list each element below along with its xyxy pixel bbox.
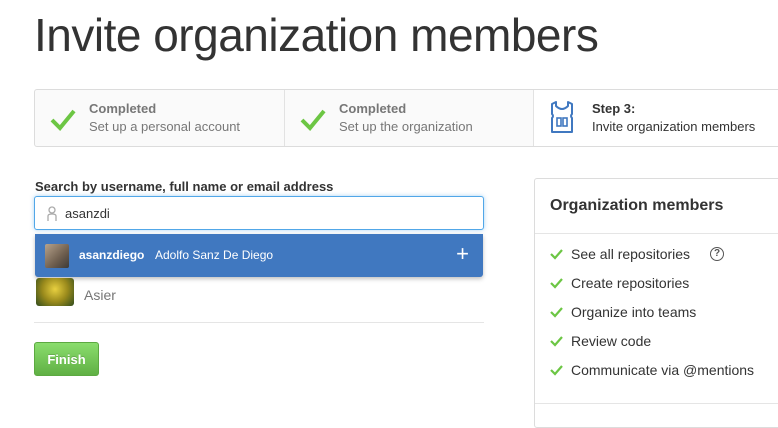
- help-icon[interactable]: ?: [710, 247, 724, 261]
- panel-title: Organization members: [535, 179, 778, 234]
- step-invite-members: Step 3: Invite organization members: [534, 90, 778, 146]
- step-description: Invite organization members: [592, 119, 756, 134]
- step-status: Completed: [89, 101, 157, 116]
- permission-label: Organize into teams: [571, 304, 697, 320]
- step-organization: Completed Set up the organization: [285, 90, 534, 146]
- search-label: Search by username, full name or email a…: [35, 179, 334, 194]
- member-list-item: Asier: [34, 278, 484, 323]
- page-title: Invite organization members: [34, 9, 599, 61]
- check-icon: [550, 307, 563, 318]
- permission-label: Communicate via @mentions: [571, 362, 755, 378]
- person-icon: [47, 206, 57, 221]
- check-icon: [550, 278, 563, 289]
- check-icon: [550, 249, 563, 260]
- step-status: Step 3:: [592, 101, 636, 116]
- permissions-list: See all repositories ? Create repositori…: [535, 234, 778, 389]
- step-personal-account: Completed Set up a personal account: [35, 90, 285, 146]
- check-icon: [550, 336, 563, 347]
- avatar: [45, 244, 69, 268]
- panel-divider: [535, 403, 778, 404]
- step-description: Set up a personal account: [89, 119, 241, 134]
- finish-button[interactable]: Finish: [34, 342, 99, 376]
- suggestion-full-name: Adolfo Sanz De Diego: [155, 248, 274, 262]
- plus-icon[interactable]: +: [456, 243, 469, 265]
- permission-label: Review code: [571, 333, 652, 349]
- suggestion-username: asanzdiego: [79, 248, 145, 262]
- autocomplete-suggestion[interactable]: asanzdiego Adolfo Sanz De Diego +: [35, 234, 483, 277]
- list-item: Communicate via @mentions: [550, 360, 778, 389]
- avatar: [36, 278, 74, 306]
- step-status: Completed: [339, 101, 407, 116]
- member-search-field[interactable]: [34, 196, 484, 230]
- organization-members-panel: Organization members See all repositorie…: [534, 178, 778, 428]
- check-icon: [300, 109, 326, 131]
- list-item: Review code: [550, 331, 778, 360]
- list-item: See all repositories ?: [550, 244, 778, 273]
- setup-steps: Completed Set up a personal account Comp…: [34, 89, 778, 147]
- check-icon: [550, 365, 563, 376]
- jersey-icon: [551, 101, 573, 133]
- check-icon: [50, 109, 76, 131]
- list-item: Organize into teams: [550, 302, 778, 331]
- permission-label: Create repositories: [571, 275, 690, 291]
- step-description: Set up the organization: [339, 119, 473, 134]
- member-name: Asier: [84, 287, 116, 303]
- member-search-input[interactable]: [65, 203, 465, 223]
- permission-label: See all repositories: [571, 246, 691, 262]
- list-item: Create repositories: [550, 273, 778, 302]
